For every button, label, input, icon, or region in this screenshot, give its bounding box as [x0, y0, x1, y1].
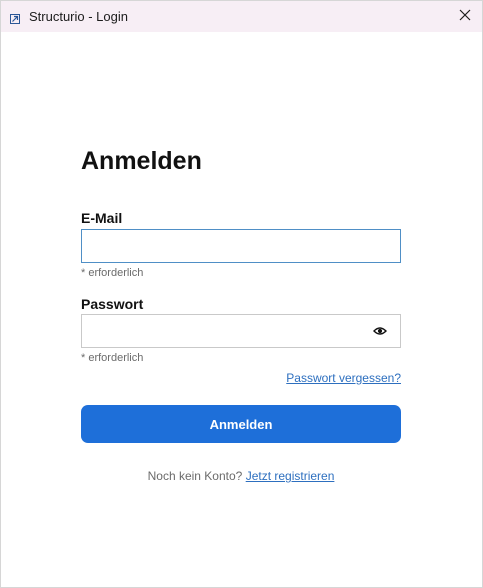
register-prompt-text: Noch kein Konto?	[147, 469, 243, 483]
forgot-password-link[interactable]: Passwort vergessen?	[286, 371, 401, 385]
email-required-hint: * erforderlich	[81, 267, 144, 279]
window-title: Structurio - Login	[29, 9, 128, 24]
register-link[interactable]: Jetzt registrieren	[246, 469, 335, 483]
login-window: Structurio - Login Anmelden E-Mail * erf…	[0, 0, 483, 588]
password-required-hint: * erforderlich	[81, 352, 144, 364]
password-input[interactable]	[81, 314, 401, 348]
password-label: Passwort	[81, 296, 144, 312]
close-button[interactable]	[448, 1, 482, 32]
eye-icon[interactable]	[372, 323, 388, 339]
login-button[interactable]: Anmelden	[81, 405, 401, 443]
app-logo-icon	[10, 11, 20, 24]
email-input[interactable]	[81, 229, 401, 263]
close-icon	[459, 8, 471, 26]
page-title: Anmelden	[81, 147, 202, 175]
register-prompt-row: Noch kein Konto? Jetzt registrieren	[81, 469, 401, 483]
title-bar: Structurio - Login	[1, 1, 482, 32]
email-label: E-Mail	[81, 210, 123, 226]
